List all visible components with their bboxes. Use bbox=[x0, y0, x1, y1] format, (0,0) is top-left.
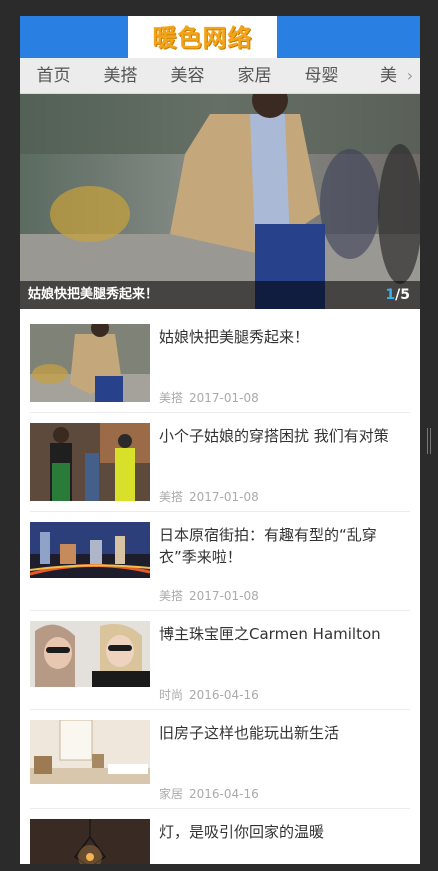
nav-item-home-decor[interactable]: 家居 bbox=[221, 58, 288, 93]
article-thumbnail[interactable] bbox=[30, 621, 150, 687]
article-meta: 美搭 2017-01-08 bbox=[159, 389, 259, 406]
site-logo[interactable]: 暖色网络 bbox=[128, 16, 277, 58]
article-meta: 时尚 2016-04-16 bbox=[159, 686, 259, 703]
article-title[interactable]: 博主珠宝匣之Carmen Hamilton bbox=[159, 623, 409, 645]
article-title[interactable]: 灯，是吸引你回家的温暖 bbox=[159, 821, 409, 843]
list-item[interactable]: 姑娘快把美腿秀起来！ 美搭 2017-01-08 bbox=[30, 314, 410, 413]
hero-title[interactable]: 姑娘快把美腿秀起来！ bbox=[28, 281, 158, 309]
article-thumbnail[interactable] bbox=[30, 423, 150, 501]
nav-item-home[interactable]: 首页 bbox=[20, 58, 87, 93]
list-item[interactable]: 小个子姑娘的穿搭困扰 我们有对策 美搭 2017-01-08 bbox=[30, 413, 410, 512]
article-category: 美搭 bbox=[159, 589, 184, 603]
article-thumbnail[interactable] bbox=[30, 522, 150, 578]
article-date: 2016-04-16 bbox=[189, 688, 259, 702]
nav-item-baby[interactable]: 母婴 bbox=[288, 58, 355, 93]
article-date: 2017-01-08 bbox=[189, 490, 259, 504]
article-category: 美搭 bbox=[159, 490, 184, 504]
hero-caption-bar: 姑娘快把美腿秀起来！ 1/5 bbox=[20, 281, 420, 309]
list-item[interactable]: 日本原宿街拍：有趣有型的“乱穿衣”季来啦！ 美搭 2017-01-08 bbox=[30, 512, 410, 611]
article-list: 姑娘快把美腿秀起来！ 美搭 2017-01-08 小个子姑娘的穿搭困扰 我们有对策… bbox=[30, 314, 410, 864]
article-date: 2017-01-08 bbox=[189, 589, 259, 603]
article-thumbnail[interactable] bbox=[30, 324, 150, 402]
category-nav: 首页 美搭 美容 家居 母婴 美 › bbox=[20, 58, 420, 94]
article-thumbnail[interactable] bbox=[30, 819, 150, 864]
article-meta: 美搭 2017-01-08 bbox=[159, 587, 259, 604]
article-title[interactable]: 旧房子这样也能玩出新生活 bbox=[159, 722, 409, 744]
article-category: 美搭 bbox=[159, 391, 184, 405]
article-date: 2017-01-08 bbox=[189, 391, 259, 405]
hero-pager: 1/5 bbox=[385, 281, 410, 309]
header-bar: 暖色网络 bbox=[20, 16, 420, 58]
list-item[interactable]: 博主珠宝匣之Carmen Hamilton 时尚 2016-04-16 bbox=[30, 611, 410, 710]
article-title[interactable]: 日本原宿街拍：有趣有型的“乱穿衣”季来啦！ bbox=[159, 524, 409, 568]
article-thumbnail[interactable] bbox=[30, 720, 150, 784]
article-meta: 家居 2016-04-16 bbox=[159, 785, 259, 802]
hero-slider[interactable]: 姑娘快把美腿秀起来！ 1/5 bbox=[20, 94, 420, 309]
hero-pager-total: /5 bbox=[395, 287, 410, 303]
phone-screen: 暖色网络 首页 美搭 美容 家居 母婴 美 › 姑娘快把美腿秀起来！ 1/5 姑… bbox=[20, 16, 420, 864]
nav-item-outfit[interactable]: 美搭 bbox=[87, 58, 154, 93]
article-title[interactable]: 姑娘快把美腿秀起来！ bbox=[159, 326, 409, 348]
hero-pager-current: 1 bbox=[385, 287, 396, 303]
list-item[interactable]: 灯，是吸引你回家的温暖 bbox=[30, 809, 410, 864]
article-category: 家居 bbox=[159, 787, 184, 801]
nav-item-beauty[interactable]: 美容 bbox=[154, 58, 221, 93]
chevron-right-icon[interactable]: › bbox=[400, 58, 420, 93]
article-category: 时尚 bbox=[159, 688, 184, 702]
article-date: 2016-04-16 bbox=[189, 787, 259, 801]
article-title[interactable]: 小个子姑娘的穿搭困扰 我们有对策 bbox=[159, 425, 409, 447]
list-item[interactable]: 旧房子这样也能玩出新生活 家居 2016-04-16 bbox=[30, 710, 410, 809]
hero-image bbox=[20, 94, 420, 309]
article-meta: 美搭 2017-01-08 bbox=[159, 488, 259, 505]
scrollbar-grip[interactable] bbox=[427, 428, 431, 454]
